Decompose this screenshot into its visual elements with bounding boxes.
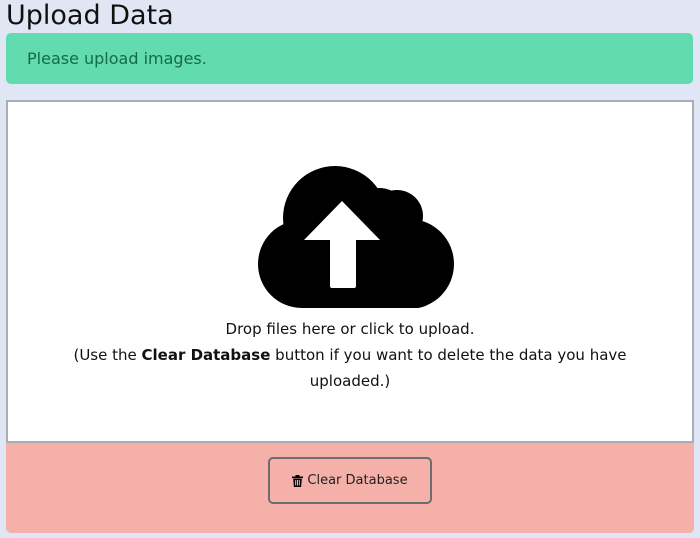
hint-bold: Clear Database [141,346,271,364]
info-alert: Please upload images. [6,33,693,84]
clear-database-label: Clear Database [307,473,408,488]
page-title: Upload Data [6,0,174,31]
file-dropzone[interactable]: Drop files here or click to upload. (Use… [6,100,694,443]
alert-message: Please upload images. [27,49,207,68]
trash-icon [292,474,304,487]
cloud-upload-icon [258,166,454,308]
hint-prefix: (Use the [73,346,142,364]
dropzone-primary-text: Drop files here or click to upload. [225,320,475,338]
clear-database-button[interactable]: Clear Database [268,457,432,504]
hint-suffix: button if you want to delete the data yo… [270,346,627,390]
danger-panel: Clear Database [6,443,694,533]
dropzone-instructions: Drop files here or click to upload. (Use… [8,316,692,394]
dropzone-hint: (Use the Clear Database button if you wa… [8,342,692,394]
